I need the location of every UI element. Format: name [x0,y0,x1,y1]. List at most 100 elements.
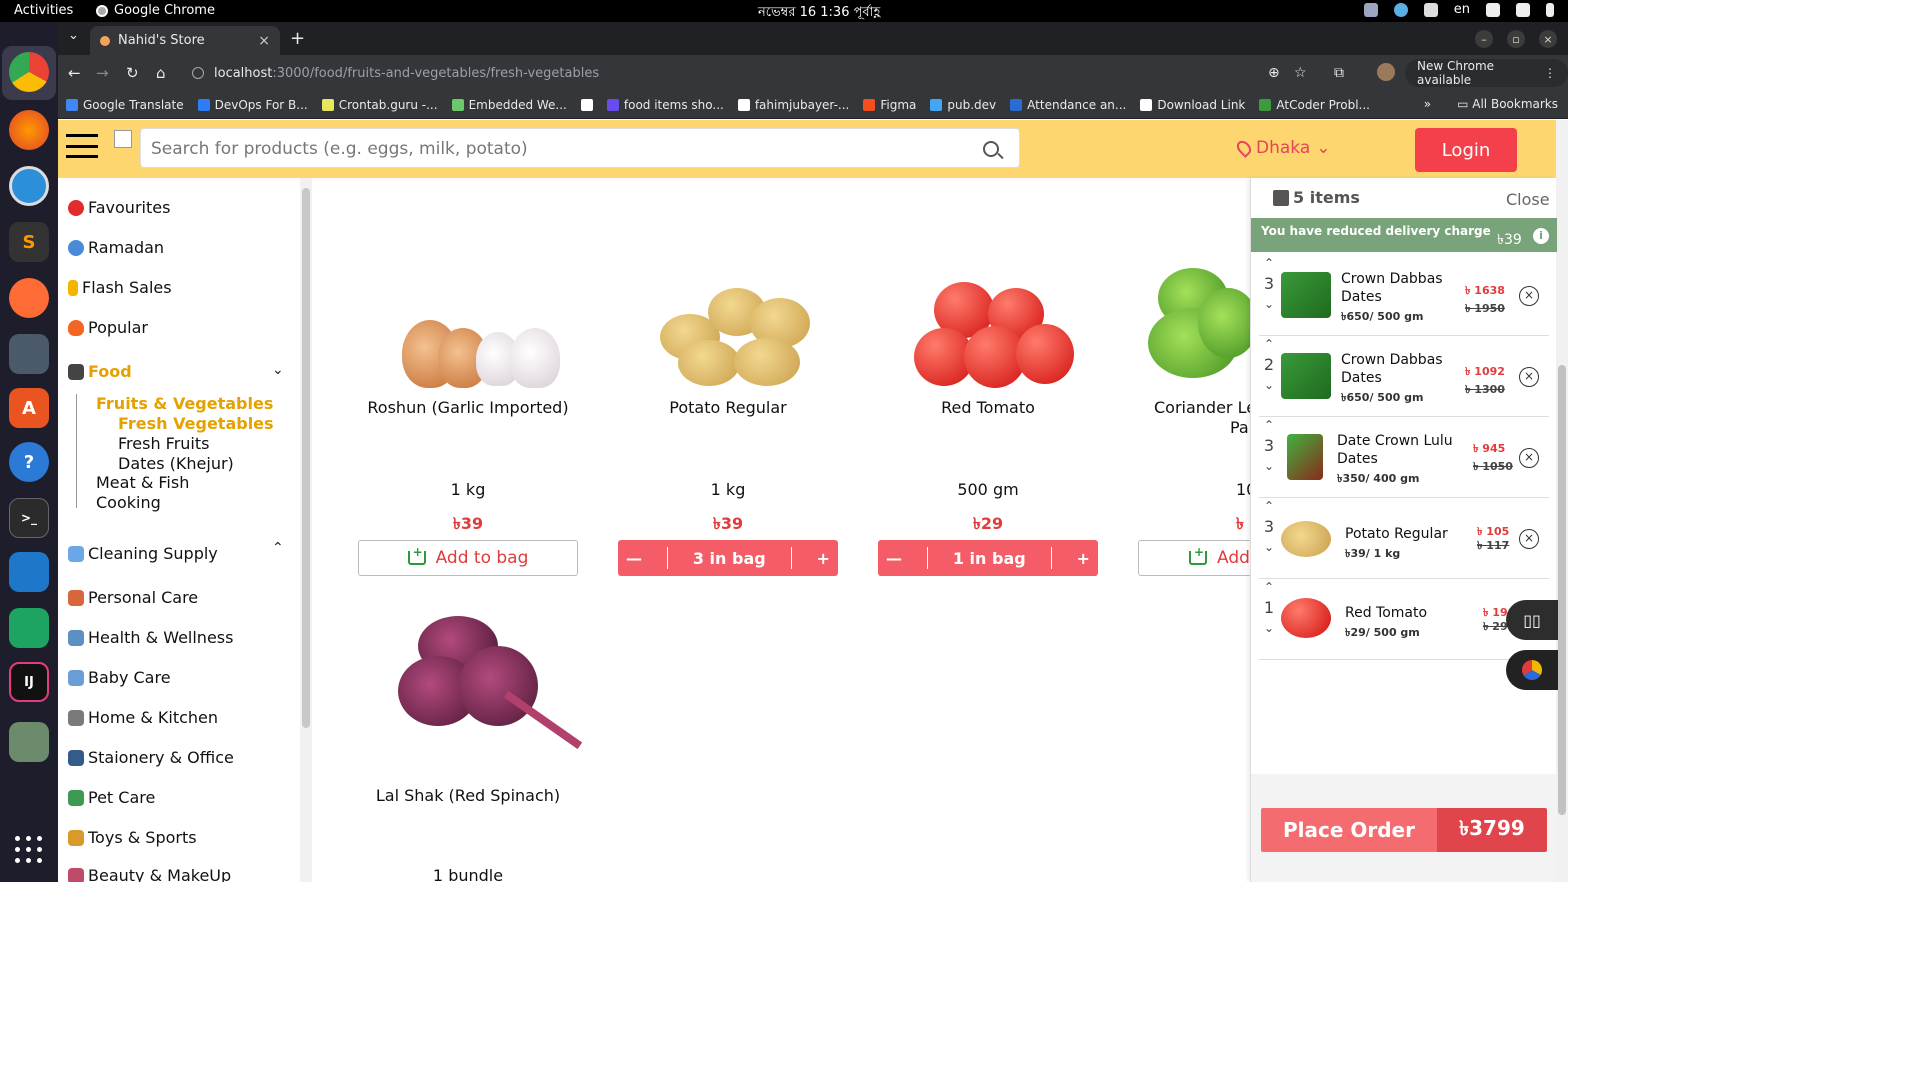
sidebar-item-flash-sales[interactable]: Flash Sales [68,278,172,297]
sidebar-item-home-kitchen[interactable]: Home & Kitchen [68,708,218,727]
tab-search-icon[interactable]: ⌄ [68,28,79,43]
qty-down-icon[interactable]: ⌄ [1263,540,1275,554]
chevron-up-icon[interactable]: ⌃ [272,540,284,556]
close-tab-icon[interactable]: × [258,33,270,49]
bookmark-item[interactable]: fahimjubayer-... [737,98,849,112]
intellij-dock-icon[interactable]: IJ [9,662,49,702]
forward-icon[interactable]: → [96,64,109,82]
increment-button[interactable]: + [1077,549,1090,568]
chat-dock-icon[interactable] [9,608,49,648]
files-dock-icon[interactable] [9,334,49,374]
qty-down-icon[interactable]: ⌄ [1263,297,1275,311]
sidebar-item-pet-care[interactable]: Pet Care [68,788,155,807]
decrement-button[interactable]: — [626,549,642,568]
info-icon[interactable]: i [1533,228,1549,244]
bookmark-item[interactable]: Crontab.guru -... [321,98,438,112]
bookmark-item[interactable]: food items sho... [606,98,724,112]
remove-item-icon[interactable]: × [1519,448,1539,468]
language-indicator[interactable]: en [1454,2,1470,17]
sidebar-item-baby-care[interactable]: Baby Care [68,668,171,687]
add-to-bag-button[interactable]: Add [1138,540,1250,576]
sidebar-item-favourites[interactable]: Favourites [68,198,170,217]
sidebar-item-cleaning-supply[interactable]: Cleaning Supply [68,544,218,563]
close-cart-button[interactable]: Close [1506,190,1550,209]
product-name[interactable]: Coriander Le [1154,398,1250,417]
home-icon[interactable]: ⌂ [156,64,166,82]
qty-down-icon[interactable]: ⌄ [1263,621,1275,635]
page-scrollbar[interactable] [1556,120,1568,882]
clock[interactable]: নভেম্বর 16 1:36 পূর্বাহ্ণ [758,3,880,24]
remote-desktop-dock-icon[interactable] [9,166,49,206]
trash-dock-icon[interactable] [9,722,49,762]
sidebar-item-cooking[interactable]: Cooking [96,493,161,512]
reader-mode-icon[interactable]: ▯▯ [1506,600,1558,640]
add-to-bag-button[interactable]: Add to bag [358,540,578,576]
product-image[interactable] [898,268,1078,388]
minimize-icon[interactable]: – [1475,30,1493,48]
bookmark-item[interactable]: pub.dev [930,98,996,112]
sidebar-item-beauty-makeup[interactable]: Beauty & MakeUp [68,866,231,882]
help-dock-icon[interactable]: ? [9,442,49,482]
bookmark-item[interactable] [580,98,593,111]
remove-item-icon[interactable]: × [1519,286,1539,306]
product-name[interactable]: Red Tomato [878,398,1098,417]
new-tab-icon[interactable]: + [290,28,305,49]
bookmark-item[interactable]: AtCoder Probl... [1259,98,1370,112]
bookmark-star-icon[interactable]: ☆ [1294,65,1307,81]
order-total[interactable]: ৳3799 [1437,808,1547,852]
more-bookmarks-icon[interactable]: » [1424,97,1431,111]
search-input[interactable] [151,137,951,161]
chevron-down-icon[interactable]: ⌄ [272,362,284,378]
all-bookmarks[interactable]: ▭ All Bookmarks [1457,97,1558,111]
sidebar-item-popular[interactable]: Popular [68,318,148,337]
bookmark-item[interactable]: Download Link [1140,98,1245,112]
postman-dock-icon[interactable] [9,278,49,318]
remove-item-icon[interactable]: × [1519,529,1539,549]
sidebar-item-food[interactable]: Food [68,362,132,381]
bookmark-item[interactable]: Embedded We... [451,98,567,112]
place-order-button[interactable]: Place Order [1261,808,1437,852]
hamburger-menu-icon[interactable] [66,134,98,158]
sidebar-item-fresh-vegetables[interactable]: Fresh Vegetables [118,414,274,433]
sidebar-item-health-wellness[interactable]: Health & Wellness [68,628,233,647]
product-image[interactable] [378,268,560,388]
decrement-button[interactable]: — [886,549,902,568]
extensions-icon[interactable]: ⧉ [1334,65,1344,81]
qty-up-icon[interactable]: ⌃ [1263,499,1275,513]
address-bar[interactable]: localhost:3000/food/fruits-and-vegetable… [180,59,1340,87]
bookmark-item[interactable]: DevOps For B... [197,98,308,112]
sidebar-scrollbar-thumb[interactable] [302,188,310,728]
chrome-dock-icon[interactable] [9,52,49,92]
sidebar-item-toys-sports[interactable]: Toys & Sports [68,828,197,847]
qty-down-icon[interactable]: ⌄ [1263,378,1275,392]
sidebar-item-dates[interactable]: Dates (Khejur) [118,454,234,473]
sidebar-item-ramadan[interactable]: Ramadan [68,238,164,257]
back-icon[interactable]: ← [68,64,81,82]
system-tray[interactable]: en [1363,2,1554,17]
firefox-dock-icon[interactable] [9,110,49,150]
activities-button[interactable]: Activities [14,3,73,18]
reload-icon[interactable]: ↻ [126,64,139,82]
terminal-dock-icon[interactable]: >_ [9,498,49,538]
page-scrollbar-thumb[interactable] [1558,365,1566,815]
qty-up-icon[interactable]: ⌃ [1263,256,1275,270]
close-window-icon[interactable]: × [1539,30,1557,48]
bookmark-item[interactable]: Google Translate [66,98,184,112]
show-apps-icon[interactable] [15,836,43,864]
app-menu[interactable]: Google Chrome [96,3,215,18]
qty-down-icon[interactable]: ⌄ [1263,459,1275,473]
sidebar-item-fruits-vegetables[interactable]: Fruits & Vegetables [96,394,273,413]
restore-icon[interactable]: ▫ [1507,30,1525,48]
extension-floating-icon[interactable] [1506,650,1558,690]
kebab-menu-icon[interactable]: ⋮ [1544,66,1556,80]
sidebar-scrollbar[interactable] [300,178,312,882]
product-name[interactable]: Roshun (Garlic Imported) [358,398,578,417]
broken-logo-image[interactable] [114,130,132,148]
increment-button[interactable]: + [817,549,830,568]
qty-up-icon[interactable]: ⌃ [1263,337,1275,351]
product-image[interactable] [378,616,583,776]
location-selector[interactable]: Dhaka ⌄ [1234,138,1331,158]
sidebar-item-fresh-fruits[interactable]: Fresh Fruits [118,434,209,453]
sidebar-item-stationery[interactable]: Staionery & Office [68,748,234,767]
vscode-dock-icon[interactable] [9,552,49,592]
